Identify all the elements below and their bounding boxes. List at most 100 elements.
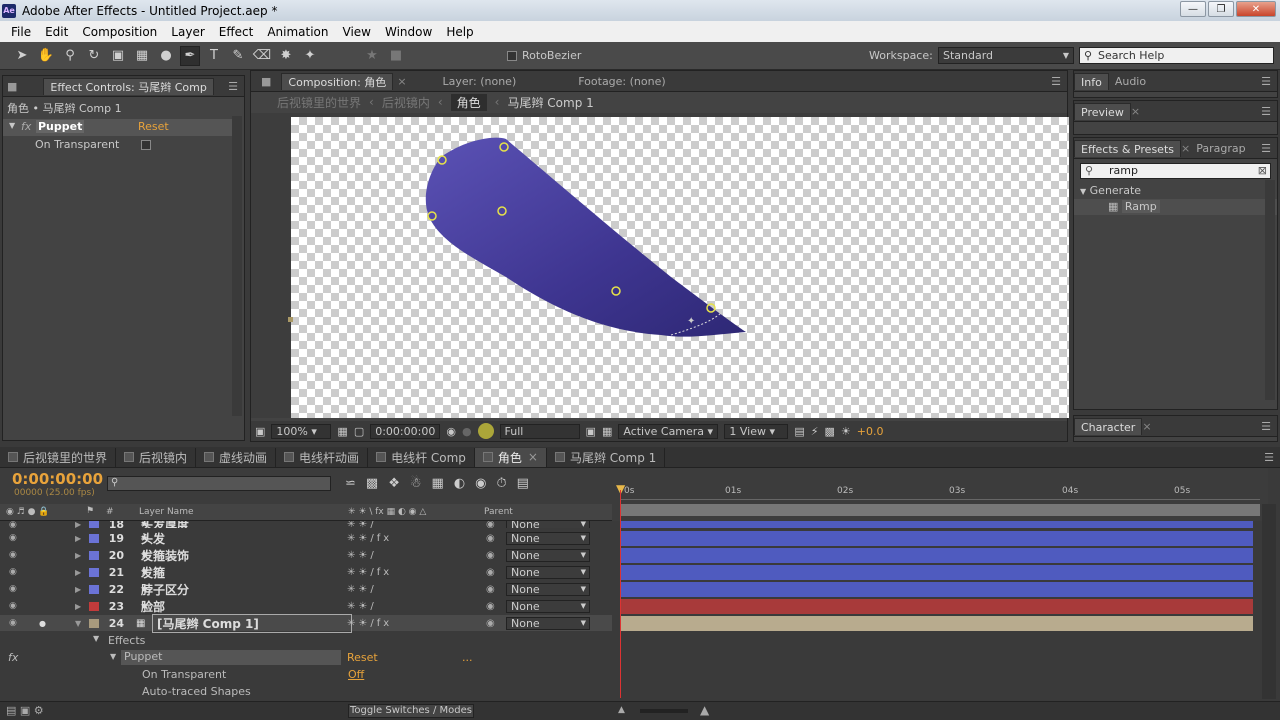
camera-select[interactable]: Active Camera ▾ bbox=[618, 423, 719, 439]
fast-preview-icon[interactable]: ⚡ bbox=[811, 425, 819, 438]
close-tab-icon[interactable]: × bbox=[1181, 142, 1190, 155]
tab-layer[interactable]: Layer: (none) bbox=[437, 73, 523, 90]
layer-switches-icon[interactable]: ✳☀/ bbox=[347, 601, 377, 612]
effects-search-input[interactable]: ⚲ ramp ⊠ bbox=[1080, 163, 1271, 179]
live-update-icon[interactable]: ▩ bbox=[366, 476, 378, 491]
effect-item-ramp[interactable]: ▦ Ramp bbox=[1074, 199, 1277, 215]
always-preview-icon[interactable]: ▣ bbox=[255, 425, 265, 438]
timeline-tab[interactable]: 电线杆 Comp bbox=[368, 447, 475, 467]
clear-search-icon[interactable]: ⊠ bbox=[1258, 164, 1267, 178]
layer-duration-bar[interactable] bbox=[621, 599, 1253, 614]
layer-duration-bar[interactable] bbox=[621, 616, 1253, 631]
motion-blur-icon[interactable]: ◐ bbox=[454, 476, 465, 491]
pickwhip-icon[interactable]: ◉ bbox=[486, 521, 495, 528]
menu-effect[interactable]: Effect bbox=[212, 25, 261, 39]
menu-animation[interactable]: Animation bbox=[260, 25, 335, 39]
frame-blend-icon[interactable]: ▦ bbox=[432, 476, 444, 491]
panel-menu-icon[interactable]: ☰ bbox=[1261, 142, 1271, 155]
expand-triangle-icon[interactable]: ▶ bbox=[75, 521, 81, 528]
camera-tool-icon[interactable]: ▣ bbox=[108, 46, 128, 66]
close-button[interactable]: ✕ bbox=[1236, 1, 1276, 17]
eye-icon[interactable]: ◉ bbox=[9, 567, 17, 577]
tab-footage[interactable]: Footage: (none) bbox=[572, 73, 671, 90]
layer-name[interactable]: 发箍装饰 bbox=[141, 547, 189, 564]
pickwhip-icon[interactable]: ◉ bbox=[486, 567, 495, 578]
snapshot-icon[interactable]: ◉ bbox=[446, 425, 456, 438]
tab-effects-presets[interactable]: Effects & Presets bbox=[1074, 139, 1181, 157]
crumb-3[interactable]: 角色 bbox=[450, 93, 487, 111]
expand-triangle-icon[interactable]: ▼ bbox=[110, 652, 116, 661]
zoom-out-icon[interactable]: ▲ bbox=[618, 705, 625, 715]
timeline-tab[interactable]: 虚线动画 bbox=[196, 447, 277, 467]
anchor-point-icon[interactable]: ✦ bbox=[687, 316, 695, 327]
brush-tool-icon[interactable]: ✎ bbox=[228, 46, 248, 66]
expand-triangle-icon[interactable]: ▶ bbox=[75, 585, 81, 594]
panel-menu-icon[interactable]: ☰ bbox=[228, 80, 238, 93]
timeline-scrollbar[interactable] bbox=[1262, 504, 1276, 699]
layer-row[interactable]: ◉ ▶ 20 ★ 发箍装饰 ✳☀/◉ None ▼ bbox=[0, 547, 612, 564]
layer-name[interactable]: 发箍 bbox=[141, 564, 165, 581]
work-area-bar[interactable] bbox=[620, 504, 1260, 516]
close-tab-icon[interactable]: × bbox=[1131, 105, 1140, 118]
region-icon[interactable]: ▢ bbox=[354, 425, 364, 438]
expand-triangle-icon[interactable]: ▶ bbox=[75, 534, 81, 543]
panel-menu-icon[interactable]: ☰ bbox=[1261, 75, 1271, 88]
layer-duration-bar[interactable] bbox=[621, 582, 1253, 597]
parent-select[interactable]: None ▼ bbox=[506, 599, 590, 613]
panel-menu-icon[interactable]: ☰ bbox=[1261, 420, 1271, 433]
edge-handle[interactable] bbox=[288, 317, 293, 322]
panel-menu-icon[interactable]: ☰ bbox=[1261, 105, 1271, 118]
graph-editor-icon[interactable]: ▤ bbox=[517, 476, 529, 491]
puppet-pin-tool-icon[interactable]: ✦ bbox=[300, 46, 320, 66]
reset-link[interactable]: Reset bbox=[138, 120, 169, 133]
menu-file[interactable]: File bbox=[4, 25, 38, 39]
selection-tool-icon[interactable]: ➤ bbox=[12, 46, 32, 66]
tab-preview[interactable]: Preview bbox=[1074, 102, 1131, 120]
solo-icon[interactable]: ● bbox=[39, 619, 46, 628]
menu-edit[interactable]: Edit bbox=[38, 25, 75, 39]
exposure-value[interactable]: +0.0 bbox=[857, 425, 884, 438]
comp-viewer[interactable]: ✦ bbox=[251, 113, 1069, 418]
puppet-shape[interactable]: ✦ bbox=[291, 117, 1069, 418]
zoom-slider[interactable] bbox=[640, 709, 688, 713]
zoom-in-icon[interactable]: ▲ bbox=[700, 703, 709, 717]
scrollbar[interactable] bbox=[1265, 180, 1275, 400]
layer-name[interactable]: 脖子区分 bbox=[141, 581, 189, 598]
layer-row[interactable]: ◉ ▶ 23 ★ 脸部 ✳☀/◉ None ▼ bbox=[0, 598, 612, 615]
fx-icon[interactable]: fx bbox=[8, 651, 18, 664]
current-time-field[interactable]: 0:00:00:00 bbox=[370, 423, 441, 439]
exposure-icon[interactable]: ☀ bbox=[841, 425, 851, 438]
eye-icon[interactable]: ◉ bbox=[9, 584, 17, 594]
timeline-tab[interactable]: 后视镜内 bbox=[116, 447, 197, 467]
crumb-2[interactable]: 后视镜内 bbox=[382, 94, 430, 111]
parent-select[interactable]: None ▼ bbox=[506, 582, 590, 596]
label-color-swatch[interactable] bbox=[89, 550, 99, 560]
crumb-4[interactable]: 马尾辫 Comp 1 bbox=[507, 94, 593, 111]
category-generate[interactable]: ▼ Generate bbox=[1074, 183, 1277, 199]
layer-switches-icon[interactable]: ✳☀/ bbox=[347, 521, 377, 528]
auto-traced-shapes-prop[interactable]: Auto-traced Shapes bbox=[142, 685, 251, 698]
panel-menu-icon[interactable]: ☰ bbox=[1051, 75, 1061, 88]
roto-brush-tool-icon[interactable]: ✸ bbox=[276, 46, 296, 66]
label-color-swatch[interactable] bbox=[89, 567, 99, 577]
menu-view[interactable]: View bbox=[336, 25, 378, 39]
puppet-reset-link[interactable]: Reset bbox=[347, 651, 378, 664]
layer-switches-icon[interactable]: ✳☀/ bbox=[347, 584, 377, 595]
timeline-search-input[interactable]: ⚲ bbox=[107, 476, 331, 491]
close-tab-icon[interactable]: × bbox=[528, 450, 538, 464]
fx-icon[interactable]: fx bbox=[21, 120, 31, 133]
eye-icon[interactable]: ◉ bbox=[9, 533, 17, 543]
tab-audio[interactable]: Audio bbox=[1109, 73, 1152, 90]
layer-switches-icon[interactable]: ✳☀/fx bbox=[347, 567, 392, 578]
tab-info[interactable]: Info bbox=[1074, 72, 1109, 90]
shy-icon[interactable]: ☃ bbox=[410, 476, 422, 491]
restore-button[interactable]: ❐ bbox=[1208, 1, 1234, 17]
layer-duration-bar[interactable] bbox=[621, 565, 1253, 580]
auto-keyframe-icon[interactable]: ⏱ bbox=[497, 476, 507, 491]
flowchart-icon[interactable]: ▩ bbox=[825, 425, 835, 438]
draft-3d-icon[interactable]: ❖ bbox=[388, 476, 400, 491]
parent-select[interactable]: None ▼ bbox=[506, 531, 590, 545]
expand-triangle-icon[interactable]: ▶ bbox=[75, 602, 81, 611]
on-transparent-value[interactable]: Off bbox=[348, 668, 364, 681]
close-tab-icon[interactable]: × bbox=[397, 75, 406, 88]
